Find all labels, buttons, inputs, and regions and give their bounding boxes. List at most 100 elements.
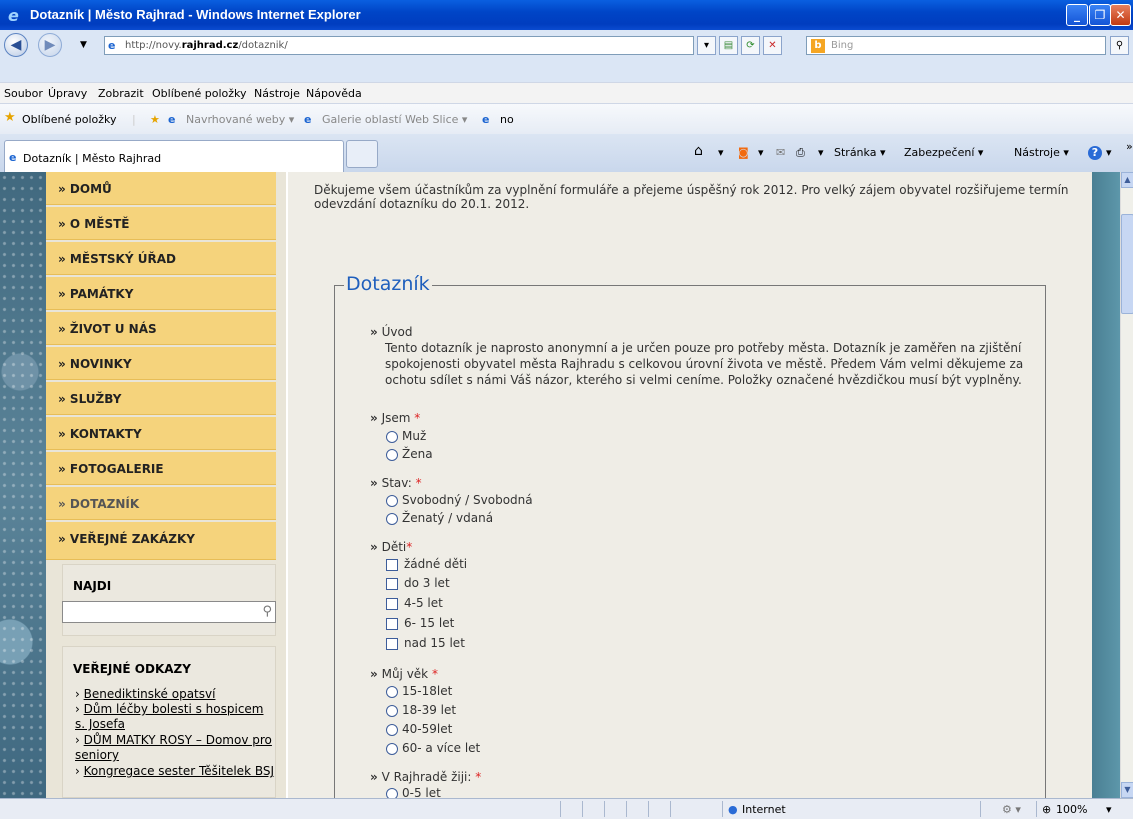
help-dropdown-icon[interactable]: ▾ xyxy=(1106,146,1112,159)
nav-item-mestsky-urad[interactable]: » MĚSTSKÝ ÚŘAD xyxy=(46,242,276,275)
site-search-input[interactable]: ⚲ xyxy=(62,601,276,623)
nav-item-fotogalerie[interactable]: » FOTOGALERIE xyxy=(46,452,276,485)
zoom-icon[interactable]: ⊕ xyxy=(1042,803,1051,816)
search-input[interactable]: b Bing xyxy=(806,36,1106,55)
menu-tools[interactable]: Nástroje xyxy=(254,87,300,100)
radio-option[interactable]: Žena xyxy=(386,446,433,462)
tab-title: Dotazník | Město Rajhrad xyxy=(23,152,162,165)
tab-favicon: e xyxy=(9,151,17,164)
radio-option[interactable]: 40-59let xyxy=(386,721,452,737)
search-button[interactable]: ⚲ xyxy=(1110,36,1129,55)
print-dropdown-icon[interactable]: ▾ xyxy=(818,146,824,159)
zoom-dropdown-icon[interactable]: ▾ xyxy=(1106,803,1112,816)
zoom-level[interactable]: 100% xyxy=(1056,803,1087,816)
radio-option[interactable]: Muž xyxy=(386,428,426,444)
nav-item-novinky[interactable]: » NOVINKY xyxy=(46,347,276,380)
history-dropdown-icon[interactable]: ▼ xyxy=(80,40,87,50)
checkbox-option[interactable]: nad 15 let xyxy=(386,635,465,651)
scroll-up-icon[interactable]: ▲ xyxy=(1121,172,1133,188)
protected-mode-icon[interactable]: ⚙ ▾ xyxy=(1002,803,1021,816)
add-favorite-icon[interactable]: ★ xyxy=(150,113,160,126)
intro-section: » Úvod Tento dotazník je naprosto anonym… xyxy=(370,324,1050,388)
nav-item-verejne-zakazky[interactable]: » VEŘEJNÉ ZAKÁZKY xyxy=(46,522,276,560)
menu-help[interactable]: Nápověda xyxy=(306,87,362,100)
menu-view[interactable]: Zobrazit xyxy=(98,87,144,100)
links-title: VEŘEJNÉ ODKAZY xyxy=(73,662,191,676)
search-icon[interactable]: ⚲ xyxy=(262,604,272,619)
scroll-down-icon[interactable]: ▼ xyxy=(1121,782,1133,798)
address-bar[interactable]: e http://novy.rajhrad.cz/dotaznik/ xyxy=(104,36,694,55)
forward-button[interactable]: ▶ xyxy=(38,33,62,57)
radio-option[interactable]: Svobodný / Svobodná xyxy=(386,492,533,508)
favorite-no-link[interactable]: no xyxy=(500,113,514,126)
list-item[interactable]: › Benediktinské opatsví xyxy=(75,687,215,702)
refresh-icon[interactable]: ⟳ xyxy=(741,36,760,55)
back-button[interactable]: ◀ xyxy=(4,33,28,57)
safety-menu[interactable]: Zabezpečení ▾ xyxy=(904,146,983,159)
suggested-sites-link[interactable]: Navrhované weby ▾ xyxy=(186,113,294,126)
nav-item-kontakty[interactable]: » KONTAKTY xyxy=(46,417,276,450)
scroll-thumb[interactable] xyxy=(1121,214,1133,314)
list-item[interactable]: › Dům léčby bolesti s hospicem s. Josefa xyxy=(75,702,275,732)
address-dropdown-button[interactable]: ▾ xyxy=(697,36,716,55)
checkbox-option[interactable]: 6- 15 let xyxy=(386,615,454,631)
tools-menu[interactable]: Nástroje ▾ xyxy=(1014,146,1069,159)
feeds-icon[interactable]: ◙ xyxy=(738,146,749,159)
nav-item-sluzby[interactable]: » SLUŽBY xyxy=(46,382,276,415)
nav-item-pamatky[interactable]: » PAMÁTKY xyxy=(46,277,276,310)
mail-icon[interactable]: ✉ xyxy=(776,146,785,159)
list-item[interactable]: › Kongregace sester Těšitelek BSJ xyxy=(75,764,275,779)
menu-favorites[interactable]: Oblíbené položky xyxy=(152,87,247,100)
favorites-star-icon: ★ xyxy=(4,110,16,125)
home-icon[interactable]: ⌂ xyxy=(694,143,703,159)
form-title: Dotazník xyxy=(344,273,432,295)
tab-active[interactable]: e Dotazník | Město Rajhrad xyxy=(4,140,344,172)
checkbox-option[interactable]: žádné děti xyxy=(386,556,467,572)
checkbox-option[interactable]: do 3 let xyxy=(386,575,450,591)
favorites-bar: ★ Oblíbené položky | ★ e Navrhované weby… xyxy=(0,104,1133,134)
maximize-button[interactable]: ❐ xyxy=(1089,4,1111,26)
feeds-dropdown-icon[interactable]: ▾ xyxy=(758,146,764,159)
list-item[interactable]: › DŮM MATKY ROSY – Domov pro seniory xyxy=(75,733,275,763)
new-tab-button[interactable] xyxy=(346,140,378,168)
decorative-strip-right xyxy=(1092,172,1120,798)
close-button[interactable]: ✕ xyxy=(1110,4,1131,26)
home-dropdown-icon[interactable]: ▾ xyxy=(718,146,724,159)
question-residence: » V Rajhradě žiji: * xyxy=(370,770,482,784)
address-toolbar: ◀ ▶ ▼ e http://novy.rajhrad.cz/dotaznik/… xyxy=(0,30,1133,82)
compatibility-icon[interactable]: ▤ xyxy=(719,36,738,55)
menu-edit[interactable]: Úpravy xyxy=(48,87,87,100)
search-box: NAJDI ⚲ xyxy=(62,564,276,636)
sidebar: » DOMŮ » O MĚSTĚ » MĚSTSKÝ ÚŘAD » PAMÁTK… xyxy=(46,172,286,798)
checkbox-option[interactable]: 4-5 let xyxy=(386,595,443,611)
menu-bar: Soubor Úpravy Zobrazit Oblíbené položky … xyxy=(0,82,1133,104)
chevron-icon[interactable]: » xyxy=(1126,140,1133,153)
nav-item-dotaznik[interactable]: » DOTAZNÍK xyxy=(46,487,276,520)
decorative-dots xyxy=(0,172,46,798)
page-icon: e xyxy=(108,39,116,52)
nav-item-zivot-u-nas[interactable]: » ŽIVOT U NÁS xyxy=(46,312,276,345)
nav-item-o-meste[interactable]: » O MĚSTĚ xyxy=(46,207,276,240)
scrollbar[interactable]: ▲ ▼ xyxy=(1120,172,1133,798)
menu-file[interactable]: Soubor xyxy=(4,87,43,100)
nav-item-domu[interactable]: » DOMŮ xyxy=(46,172,276,205)
links-box: VEŘEJNÉ ODKAZY › Benediktinské opatsví ›… xyxy=(62,646,276,798)
radio-option[interactable]: 60- a více let xyxy=(386,740,480,756)
search-label: NAJDI xyxy=(73,579,112,593)
print-icon[interactable]: ⎙ xyxy=(796,146,805,160)
minimize-button[interactable]: _ xyxy=(1066,4,1088,26)
radio-option[interactable]: Ženatý / vdaná xyxy=(386,510,493,526)
search-placeholder: Bing xyxy=(831,40,854,51)
ie-icon: e xyxy=(8,6,19,25)
stop-icon[interactable]: ✕ xyxy=(763,36,782,55)
question-status: » Stav: * xyxy=(370,476,422,490)
favorites-button[interactable]: Oblíbené položky xyxy=(22,113,117,126)
web-slice-gallery-link[interactable]: Galerie oblastí Web Slice ▾ xyxy=(322,113,467,126)
radio-option[interactable]: 18-39 let xyxy=(386,702,456,718)
radio-option[interactable]: 15-18let xyxy=(386,683,452,699)
help-icon[interactable]: ? xyxy=(1088,146,1102,160)
page-menu[interactable]: Stránka ▾ xyxy=(834,146,885,159)
ie-page-icon: e xyxy=(304,113,312,126)
globe-icon: ● xyxy=(728,803,738,816)
question-children: » Děti* xyxy=(370,540,413,554)
